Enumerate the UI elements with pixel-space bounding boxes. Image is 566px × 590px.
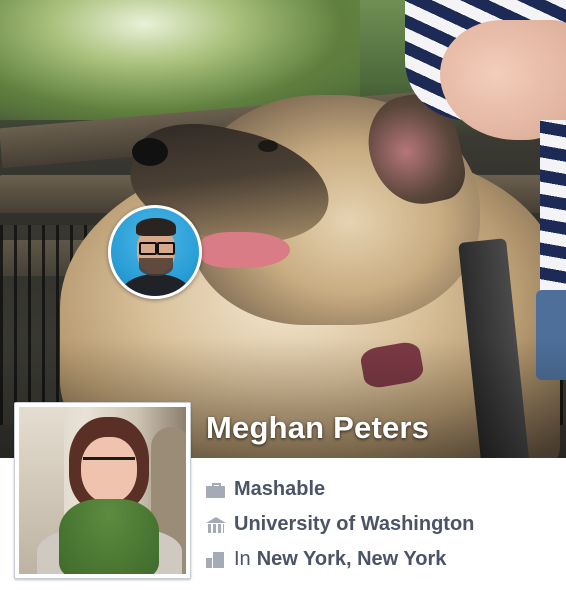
profile-picture[interactable] bbox=[14, 402, 191, 579]
education-link[interactable]: University of Washington bbox=[234, 513, 474, 536]
location-prefix: In bbox=[234, 548, 251, 570]
profile-info-list: Mashable University of Washington In New… bbox=[206, 472, 474, 577]
dog-nose bbox=[132, 138, 168, 166]
dog-eye bbox=[258, 140, 278, 152]
dog-tongue bbox=[200, 232, 290, 268]
cover-photo[interactable] bbox=[0, 0, 566, 458]
info-work: Mashable bbox=[206, 472, 474, 507]
pp-glasses bbox=[83, 457, 135, 472]
work-link[interactable]: Mashable bbox=[234, 478, 325, 501]
profile-picture-image bbox=[19, 407, 186, 574]
pp-scarf bbox=[59, 499, 159, 574]
location-link[interactable]: New York, New York bbox=[257, 548, 447, 571]
info-education: University of Washington bbox=[206, 507, 474, 542]
friend-avatar[interactable] bbox=[108, 205, 202, 299]
info-location: In New York, New York bbox=[206, 542, 474, 577]
avatar-glasses bbox=[157, 242, 175, 255]
avatar-shirt bbox=[121, 274, 191, 296]
briefcase-icon bbox=[206, 482, 225, 498]
city-icon bbox=[206, 551, 225, 568]
avatar-hair bbox=[136, 218, 176, 236]
school-icon bbox=[206, 516, 226, 533]
avatar-beard bbox=[139, 258, 173, 276]
profile-name[interactable]: Meghan Peters bbox=[206, 410, 429, 446]
avatar-glasses bbox=[139, 242, 157, 255]
